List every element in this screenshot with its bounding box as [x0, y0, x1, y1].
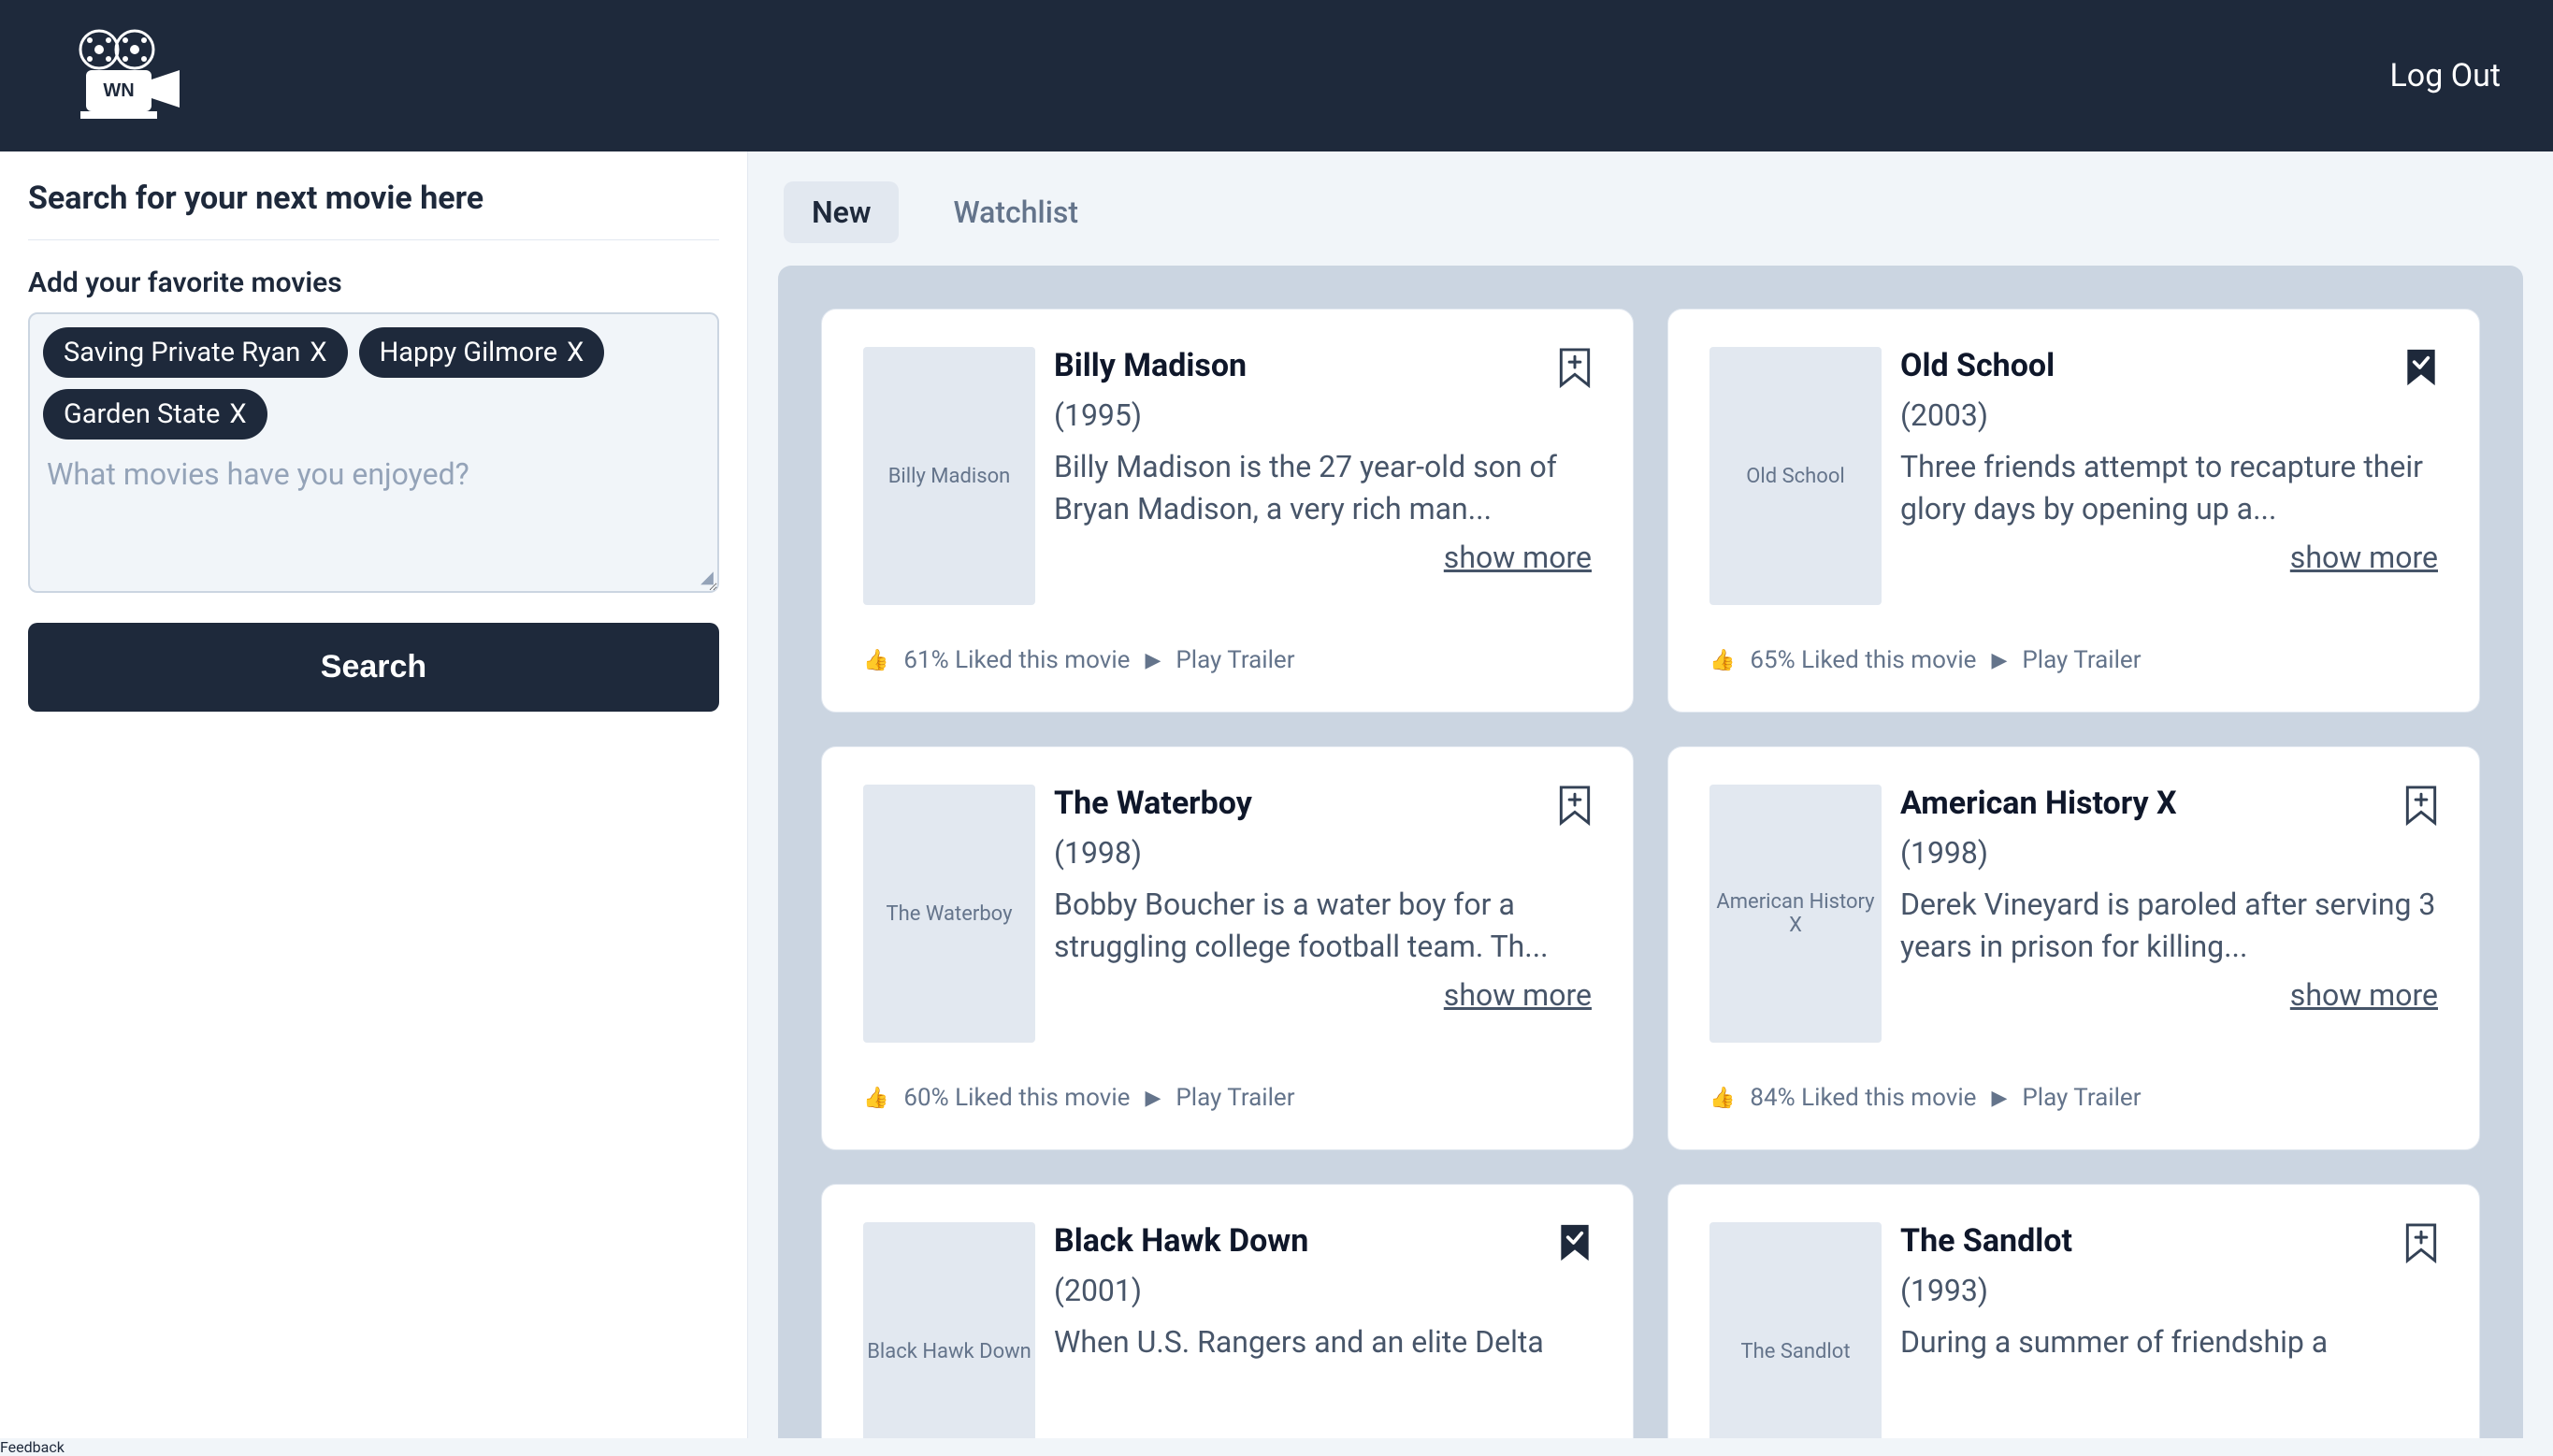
movie-tag[interactable]: Saving Private Ryan X [43, 327, 348, 378]
show-more-link[interactable]: show more [1054, 540, 1592, 575]
play-icon: ▶ [1145, 649, 1161, 672]
movie-year: (1995) [1054, 397, 1592, 433]
movie-description: Bobby Boucher is a water boy for a strug… [1054, 884, 1592, 968]
movie-year: (2003) [1900, 397, 2438, 433]
movie-poster[interactable]: Billy Madison [863, 347, 1035, 605]
liked-stat: 65% Liked this movie [1750, 646, 1976, 674]
card-footer: 👍 84% Liked this movie ▶ Play Trailer [1709, 1084, 2438, 1112]
movie-year: (1998) [1054, 835, 1592, 871]
card-footer: 👍 61% Liked this movie ▶ Play Trailer [863, 646, 1592, 674]
bookmark-add-button[interactable] [2404, 785, 2438, 826]
thumb-up-icon: 👍 [1709, 649, 1735, 672]
card-footer: 👍 60% Liked this movie ▶ Play Trailer [863, 1084, 1592, 1112]
tag-input-placeholder: What movies have you enjoyed? [43, 449, 704, 499]
tab-new[interactable]: New [784, 181, 899, 243]
content-area: New Watchlist Billy MadisonBilly Madison… [748, 151, 2553, 1438]
liked-stat: 60% Liked this movie [903, 1084, 1130, 1112]
tab-watchlist[interactable]: Watchlist [925, 181, 1105, 243]
movie-poster[interactable]: American History X [1709, 785, 1882, 1043]
movie-poster[interactable]: The Sandlot [1709, 1222, 1882, 1438]
movie-poster[interactable]: The Waterboy [863, 785, 1035, 1043]
camera-icon: WN [67, 29, 189, 123]
thumb-up-icon: 👍 [1709, 1087, 1735, 1110]
play-icon: ▶ [1991, 1087, 2007, 1110]
movie-card: Old School Old School (2003) Three friends … [1667, 309, 2480, 713]
movie-description: During a summer of friendship a [1900, 1321, 2438, 1363]
movie-poster[interactable]: Black Hawk Down [863, 1222, 1035, 1438]
divider [28, 239, 719, 240]
movie-title: Old School [1900, 347, 2055, 384]
movie-title: American History X [1900, 785, 2177, 822]
movie-card: The Sandlot The Sandlot (1993) During a sum… [1667, 1184, 2480, 1438]
card-footer: 👍 65% Liked this movie ▶ Play Trailer [1709, 646, 2438, 674]
movie-year: (1993) [1900, 1273, 2438, 1308]
movie-poster[interactable]: Old School [1709, 347, 1882, 605]
bookmark-filled-icon [1558, 1222, 1592, 1263]
bookmark-add-icon [1558, 785, 1592, 826]
tabs: New Watchlist [784, 181, 2523, 243]
app-logo[interactable]: WN [67, 29, 189, 123]
results-area: Billy Madison Billy Madison (1995) Billy Ma… [778, 266, 2523, 1438]
tag-label: Happy Gilmore [380, 337, 558, 368]
bookmark-saved-button[interactable] [2404, 347, 2438, 388]
movie-tag[interactable]: Garden State X [43, 389, 267, 440]
play-icon: ▶ [1991, 649, 2007, 672]
bookmark-add-button[interactable] [1558, 347, 1592, 388]
bookmark-add-button[interactable] [1558, 785, 1592, 826]
favorite-movies-label: Add your favorite movies [28, 267, 719, 299]
bookmark-add-icon [2404, 1222, 2438, 1263]
search-button[interactable]: Search [28, 623, 719, 712]
favorite-movies-input[interactable]: Saving Private Ryan XHappy Gilmore XGard… [28, 312, 719, 593]
liked-stat: 61% Liked this movie [903, 646, 1130, 674]
bookmark-add-icon [1558, 347, 1592, 388]
show-more-link[interactable]: show more [1054, 977, 1592, 1013]
show-more-link[interactable]: show more [1900, 540, 2438, 575]
movie-description: When U.S. Rangers and an elite Delta [1054, 1321, 1592, 1363]
bookmark-add-icon [2404, 785, 2438, 826]
movie-year: (2001) [1054, 1273, 1592, 1308]
movie-title: Billy Madison [1054, 347, 1247, 384]
movie-title: The Waterboy [1054, 785, 1252, 822]
movie-title: Black Hawk Down [1054, 1222, 1308, 1260]
movie-card: American History X American History X (199… [1667, 746, 2480, 1150]
tag-label: Saving Private Ryan [64, 337, 300, 368]
movie-tag[interactable]: Happy Gilmore X [359, 327, 605, 378]
play-trailer-link[interactable]: Play Trailer [1176, 1084, 1294, 1112]
feedback-button[interactable]: Feedback [0, 1438, 2553, 1456]
liked-stat: 84% Liked this movie [1750, 1084, 1976, 1112]
svg-text:WN: WN [103, 80, 134, 101]
bookmark-filled-icon [2404, 347, 2438, 388]
remove-tag-icon[interactable]: X [567, 337, 584, 368]
movie-title: The Sandlot [1900, 1222, 2072, 1260]
resize-icon: ◢ [700, 568, 714, 587]
show-more-link[interactable]: show more [1900, 977, 2438, 1013]
play-icon: ▶ [1145, 1087, 1161, 1110]
thumb-up-icon: 👍 [863, 1087, 888, 1110]
search-sidebar: Search for your next movie here Add your… [0, 151, 748, 1438]
movie-description: Derek Vineyard is paroled after serving … [1900, 884, 2438, 968]
bookmark-saved-button[interactable] [1558, 1222, 1592, 1263]
logout-link[interactable]: Log Out [2390, 57, 2502, 94]
play-trailer-link[interactable]: Play Trailer [1176, 646, 1294, 674]
sidebar-title: Search for your next movie here [28, 180, 719, 217]
thumb-up-icon: 👍 [863, 649, 888, 672]
movie-card: Billy Madison Billy Madison (1995) Billy Ma… [821, 309, 1634, 713]
movie-description: Three friends attempt to recapture their… [1900, 446, 2438, 530]
remove-tag-icon[interactable]: X [310, 337, 326, 368]
movie-year: (1998) [1900, 835, 2438, 871]
play-trailer-link[interactable]: Play Trailer [2022, 1084, 2141, 1112]
tag-label: Garden State [64, 398, 220, 430]
movie-description: Billy Madison is the 27 year-old son of … [1054, 446, 1592, 530]
movie-card: The Waterboy The Waterboy (1998) Bobby Bouc… [821, 746, 1634, 1150]
remove-tag-icon[interactable]: X [229, 398, 246, 430]
header: WN Log Out [0, 0, 2553, 151]
play-trailer-link[interactable]: Play Trailer [2022, 646, 2141, 674]
movie-card: Black Hawk Down Black Hawk Down (2001) When… [821, 1184, 1634, 1438]
bookmark-add-button[interactable] [2404, 1222, 2438, 1263]
